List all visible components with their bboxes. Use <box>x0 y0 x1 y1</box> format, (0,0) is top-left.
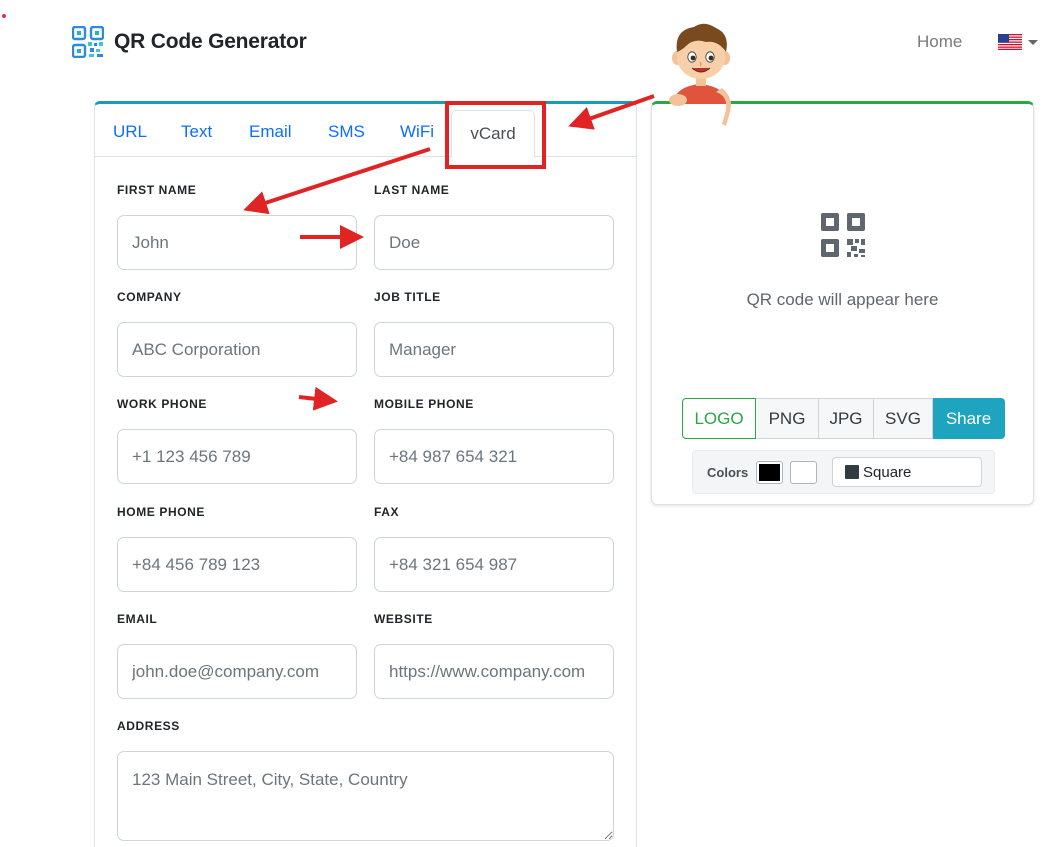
app-title: QR Code Generator <box>114 30 307 53</box>
us-flag-icon <box>998 34 1022 50</box>
work-phone-input[interactable] <box>117 429 357 484</box>
background-color-picker[interactable] <box>790 461 817 484</box>
fax-input[interactable] <box>374 537 614 592</box>
qr-preview-card: QR code will appear here LOGO PNG JPG SV… <box>651 101 1034 505</box>
tab-email[interactable]: Email <box>249 122 292 142</box>
red-dot-marker <box>2 14 6 18</box>
jpg-button[interactable]: JPG <box>819 398 874 439</box>
colors-toolbar: Colors Square <box>692 450 995 494</box>
vcard-form-card: URL Text Email SMS WiFi vCard FIRST NAME… <box>94 101 637 847</box>
website-label: WEBSITE <box>374 612 433 626</box>
mobile-phone-label: MOBILE PHONE <box>374 397 474 411</box>
company-label: COMPANY <box>117 290 182 304</box>
vcard-tab-highlight-box <box>445 101 546 169</box>
foreground-color-swatch <box>759 464 780 481</box>
home-phone-label: HOME PHONE <box>117 505 206 519</box>
job-title-input[interactable] <box>374 322 614 377</box>
last-name-input[interactable] <box>374 215 614 270</box>
navbar: QR Code Generator Home <box>72 26 1048 60</box>
email-label: EMAIL <box>117 612 158 626</box>
language-dropdown[interactable] <box>998 34 1038 50</box>
square-shape-icon <box>845 465 859 479</box>
address-label: ADDRESS <box>117 719 180 733</box>
work-phone-label: WORK PHONE <box>117 397 207 411</box>
nav-home-link[interactable]: Home <box>917 32 962 52</box>
job-title-label: JOB TITLE <box>374 290 441 304</box>
share-button[interactable]: Share <box>933 398 1005 439</box>
chevron-down-icon <box>1028 39 1038 45</box>
address-textarea[interactable] <box>117 751 614 841</box>
website-input[interactable] <box>374 644 614 699</box>
background-color-swatch <box>793 464 814 481</box>
qr-type-tabs: URL Text Email SMS WiFi vCard <box>95 104 636 158</box>
shape-select-value: Square <box>863 463 912 481</box>
fax-label: FAX <box>374 505 400 519</box>
png-button[interactable]: PNG <box>756 398 819 439</box>
svg-button[interactable]: SVG <box>874 398 933 439</box>
company-input[interactable] <box>117 322 357 377</box>
qr-placeholder-text: QR code will appear here <box>746 290 939 309</box>
last-name-label: LAST NAME <box>374 183 450 197</box>
shape-select[interactable]: Square <box>832 457 982 487</box>
tab-text[interactable]: Text <box>181 122 212 142</box>
qr-code-logo-icon <box>72 26 104 58</box>
tab-sms[interactable]: SMS <box>328 122 365 142</box>
first-name-label: FIRST NAME <box>117 183 197 197</box>
mobile-phone-input[interactable] <box>374 429 614 484</box>
home-phone-input[interactable] <box>117 537 357 592</box>
brand[interactable]: QR Code Generator <box>72 26 307 58</box>
download-button-group: LOGO PNG JPG SVG Share <box>682 398 1005 439</box>
foreground-color-picker[interactable] <box>756 461 783 484</box>
qr-code-icon <box>821 213 865 257</box>
tab-wifi[interactable]: WiFi <box>400 122 434 142</box>
logo-button[interactable]: LOGO <box>682 398 756 439</box>
email-input[interactable] <box>117 644 357 699</box>
colors-label: Colors <box>707 465 749 480</box>
first-name-input[interactable] <box>117 215 357 270</box>
tab-url[interactable]: URL <box>113 122 147 142</box>
